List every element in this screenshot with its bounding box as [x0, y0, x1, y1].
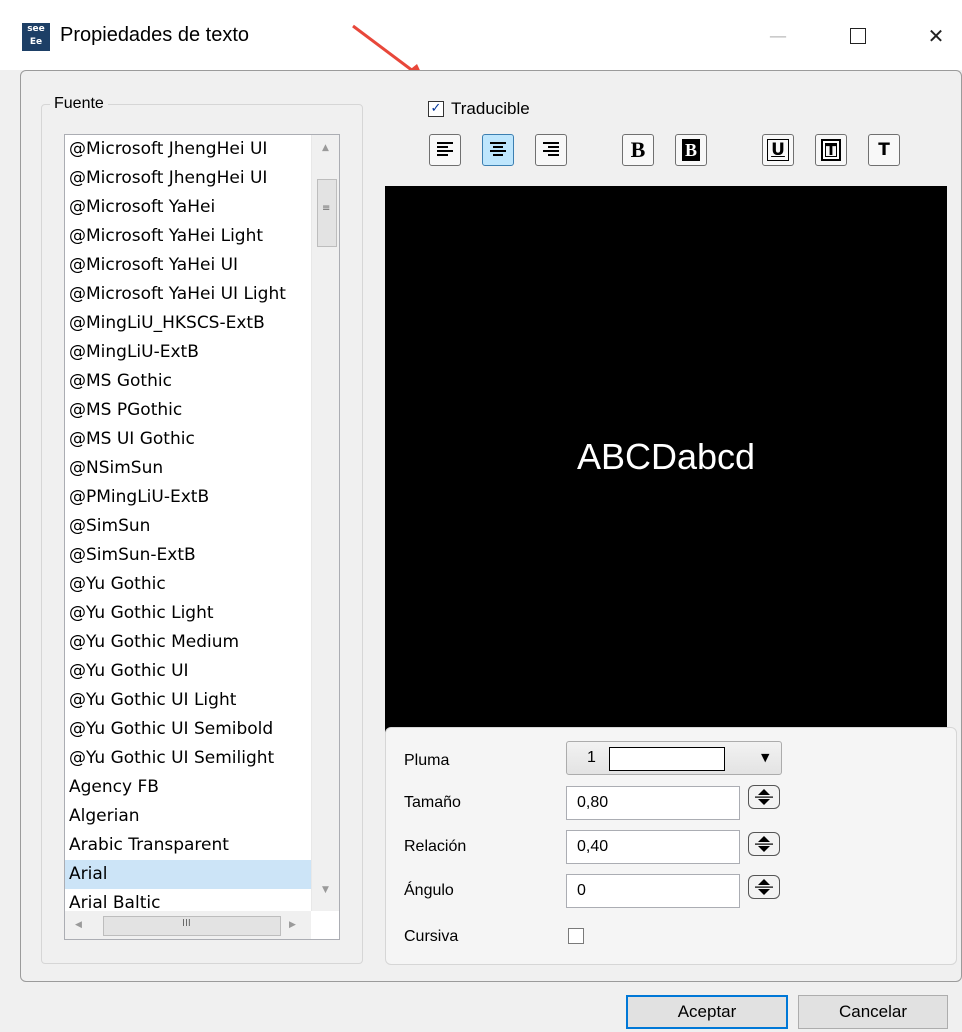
font-list: @Microsoft JhengHei UI @Microsoft JhengHe… [65, 135, 311, 911]
translatable-checkbox[interactable]: ✓ [428, 101, 444, 117]
minimize-button[interactable]: — [752, 14, 804, 58]
text-button[interactable]: T [868, 134, 900, 166]
font-list-item[interactable]: @MS PGothic [65, 396, 311, 425]
font-list-item[interactable]: @SimSun-ExtB [65, 541, 311, 570]
font-list-item[interactable]: @MingLiU-ExtB [65, 338, 311, 367]
bold-button[interactable]: B [622, 134, 654, 166]
font-list-item[interactable]: Arial Baltic [65, 889, 311, 911]
maximize-icon [850, 28, 866, 44]
font-list-item[interactable]: Arabic Transparent [65, 831, 311, 860]
underline-icon: U [767, 139, 789, 161]
minimize-icon: — [769, 25, 787, 47]
window-title: Propiedades de texto [60, 24, 250, 46]
scroll-right-icon[interactable]: ▶ [289, 920, 296, 930]
bold-icon: B [630, 137, 646, 162]
font-list-item[interactable]: @Yu Gothic UI Semibold [65, 715, 311, 744]
font-list-item[interactable]: @MS UI Gothic [65, 425, 311, 454]
font-list-item[interactable]: @Microsoft YaHei UI Light [65, 280, 311, 309]
horizontal-scroll-thumb[interactable]: III [103, 916, 281, 936]
pen-value: 1 [587, 749, 596, 766]
ratio-input[interactable]: 0,40 [566, 830, 740, 864]
font-list-item[interactable]: @Microsoft JhengHei UI [65, 164, 311, 193]
spin-updown-icon [755, 789, 773, 805]
close-button[interactable]: ✕ [910, 14, 962, 58]
font-list-item[interactable]: Algerian [65, 802, 311, 831]
vertical-scrollbar[interactable]: ▲ ≡ ▼ [311, 135, 339, 911]
italic-checkbox[interactable] [568, 928, 584, 944]
font-list-item[interactable]: Agency FB [65, 773, 311, 802]
text-icon: T [878, 140, 890, 160]
font-list-item[interactable]: @Yu Gothic [65, 570, 311, 599]
size-label: Tamaño [404, 794, 461, 811]
font-list-item[interactable]: @Yu Gothic Light [65, 599, 311, 628]
font-list-item[interactable]: @Microsoft YaHei [65, 193, 311, 222]
app-icon: see Ee [22, 23, 50, 51]
font-list-item[interactable]: @Yu Gothic UI Light [65, 686, 311, 715]
vertical-scroll-thumb[interactable]: ≡ [317, 179, 337, 247]
ratio-spinner[interactable] [748, 832, 780, 856]
font-list-item[interactable]: @Microsoft YaHei UI [65, 251, 311, 280]
font-list-item[interactable]: @MingLiU_HKSCS-ExtB [65, 309, 311, 338]
align-center-button[interactable] [482, 134, 514, 166]
pen-label: Pluma [404, 752, 450, 769]
align-center-icon [490, 142, 506, 156]
scroll-up-icon[interactable]: ▲ [322, 143, 329, 153]
align-left-icon [437, 142, 453, 156]
scroll-left-icon[interactable]: ◀ [75, 920, 82, 930]
pen-color-swatch [609, 747, 725, 771]
align-right-button[interactable] [535, 134, 567, 166]
preview-text: ABCDabcd [576, 436, 756, 477]
angle-input[interactable]: 0 [566, 874, 740, 908]
size-spinner[interactable] [748, 785, 780, 809]
font-list-item[interactable]: @Yu Gothic Medium [65, 628, 311, 657]
align-left-button[interactable] [429, 134, 461, 166]
font-group-label: Fuente [50, 95, 108, 113]
spin-updown-icon [755, 879, 773, 895]
maximize-button[interactable] [832, 14, 884, 58]
font-list-item[interactable]: @Microsoft YaHei Light [65, 222, 311, 251]
underline-button[interactable]: U [762, 134, 794, 166]
font-list-item[interactable]: @MS Gothic [65, 367, 311, 396]
scroll-down-icon[interactable]: ▼ [322, 885, 329, 895]
font-list-item[interactable]: @PMingLiU-ExtB [65, 483, 311, 512]
frame-button[interactable]: T [815, 134, 847, 166]
angle-label: Ángulo [404, 882, 454, 899]
cancel-button[interactable]: Cancelar [798, 995, 948, 1029]
angle-spinner[interactable] [748, 875, 780, 899]
font-list-item[interactable]: @Yu Gothic UI [65, 657, 311, 686]
italic-label: Cursiva [404, 928, 459, 945]
font-list-item[interactable]: Arial [65, 860, 311, 889]
align-right-icon [543, 142, 559, 156]
font-list-item[interactable]: @SimSun [65, 512, 311, 541]
horizontal-scrollbar[interactable]: ◀ III ▶ [65, 911, 311, 939]
translatable-label: Traducible [451, 99, 530, 118]
font-listbox[interactable]: @Microsoft JhengHei UI @Microsoft JhengHe… [64, 134, 340, 940]
font-list-item[interactable]: @Yu Gothic UI Semilight [65, 744, 311, 773]
bold-outline-button[interactable]: B [675, 134, 707, 166]
ok-button[interactable]: Aceptar [626, 995, 788, 1029]
bold-outline-icon: B [681, 139, 700, 161]
chevron-down-icon: ▼ [761, 751, 770, 764]
font-list-item[interactable]: @NSimSun [65, 454, 311, 483]
ratio-label: Relación [404, 838, 467, 855]
size-input[interactable]: 0,80 [566, 786, 740, 820]
frame-text-icon: T [820, 139, 842, 161]
font-list-item[interactable]: @Microsoft JhengHei UI [65, 135, 311, 164]
close-icon: ✕ [927, 24, 945, 48]
pen-select[interactable]: 1 ▼ [566, 741, 782, 775]
spin-updown-icon [755, 836, 773, 852]
